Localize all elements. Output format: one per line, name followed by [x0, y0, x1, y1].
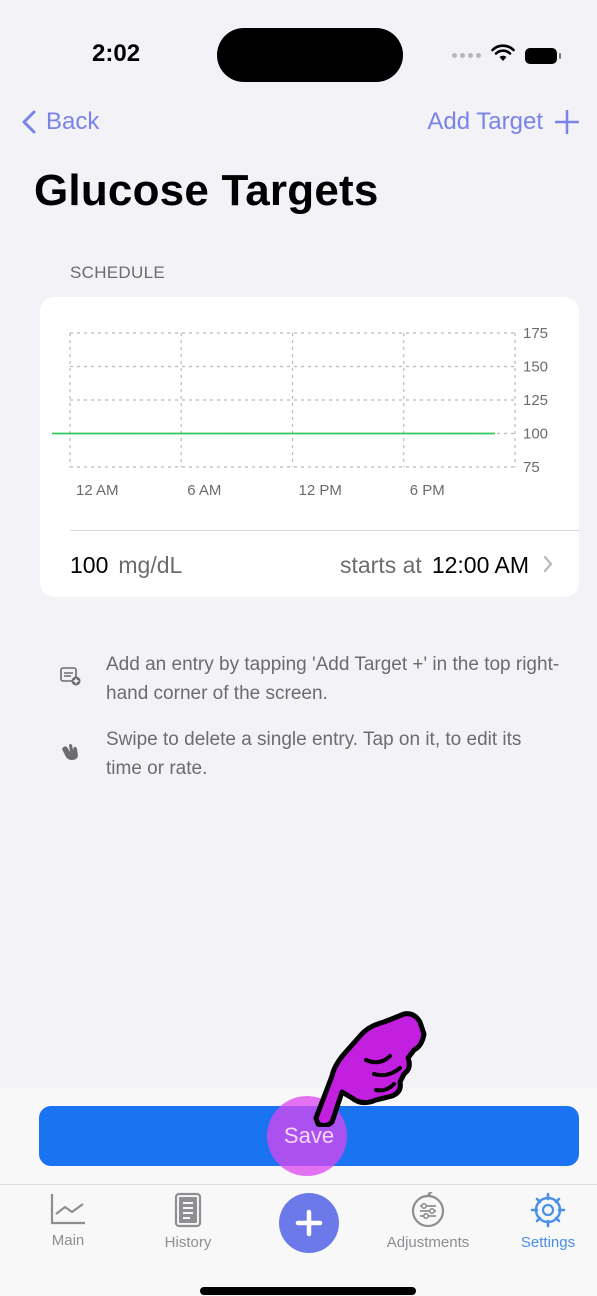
target-value: 100 — [70, 551, 109, 578]
glucose-target-chart: 175 150 125 100 75 12 AM 6 AM 12 PM 6 PM — [52, 325, 548, 499]
nav-bar: Back Add Target — [0, 104, 597, 144]
tab-history-label: History — [164, 1234, 212, 1251]
back-label: Back — [46, 108, 100, 135]
y-tick-label: 100 — [523, 426, 548, 443]
help-swipe-text: Swipe to delete a single entry. Tap on i… — [106, 729, 522, 779]
x-tick-label: 12 AM — [76, 482, 119, 499]
tab-settings-label: Settings — [520, 1234, 576, 1251]
y-tick-label: 150 — [523, 359, 548, 376]
schedule-card: 175 150 125 100 75 12 AM 6 AM 12 PM 6 PM 100 mg/… — [40, 297, 579, 597]
wifi-icon — [491, 44, 515, 67]
signal-icon — [452, 53, 481, 58]
target-entry-row[interactable]: 100 mg/dL starts at 12:00 AM — [70, 547, 553, 583]
tab-settings[interactable]: Settings — [488, 1192, 597, 1251]
x-tick-label: 12 PM — [299, 482, 342, 499]
adjustments-icon — [411, 1191, 445, 1228]
x-tick-label: 6 AM — [187, 482, 221, 499]
starts-at-label: starts at — [340, 551, 422, 578]
chevron-left-icon — [22, 110, 36, 134]
start-time: 12:00 AM — [431, 551, 529, 578]
tab-main-label: Main — [51, 1232, 85, 1249]
tab-bar-separator — [0, 1184, 597, 1185]
status-time: 2:02 — [92, 40, 141, 67]
home-indicator — [200, 1287, 416, 1295]
pointing-hand-icon — [313, 1011, 427, 1127]
tab-main[interactable]: Main — [8, 1192, 128, 1249]
section-header-schedule: SCHEDULE — [70, 263, 165, 282]
page-title: Glucose Targets — [34, 166, 379, 215]
add-button[interactable] — [279, 1193, 339, 1253]
add-target-button[interactable]: Add Target — [427, 108, 579, 136]
status-bar: 2:02 — [0, 0, 597, 100]
tab-history[interactable]: History — [128, 1192, 248, 1251]
plus-icon — [295, 1209, 323, 1237]
add-target-label: Add Target — [427, 108, 543, 135]
card-divider — [70, 530, 579, 531]
chart-icon — [50, 1194, 85, 1225]
x-tick-label: 6 PM — [410, 482, 445, 499]
plus-icon — [555, 110, 579, 134]
target-unit: mg/dL — [118, 551, 183, 578]
tab-adjustments-label: Adjustments — [386, 1234, 470, 1251]
add-entry-icon — [60, 650, 106, 708]
document-icon — [174, 1192, 202, 1228]
dynamic-island — [217, 28, 403, 82]
help-add-entry: Add an entry by tapping 'Add Target +' i… — [60, 650, 560, 708]
back-button[interactable]: Back — [22, 108, 99, 136]
help-swipe: Swipe to delete a single entry. Tap on i… — [60, 725, 560, 783]
chevron-right-icon — [543, 552, 553, 579]
swipe-hand-icon — [60, 725, 106, 783]
help-add-text: Add an entry by tapping 'Add Target +' i… — [106, 654, 560, 704]
battery-icon — [525, 47, 561, 64]
y-tick-label: 175 — [523, 325, 548, 342]
tab-adjustments[interactable]: Adjustments — [368, 1191, 488, 1251]
y-tick-label: 125 — [523, 392, 548, 409]
gear-icon — [530, 1192, 566, 1228]
y-tick-label: 75 — [523, 459, 540, 476]
status-icons — [452, 44, 561, 67]
